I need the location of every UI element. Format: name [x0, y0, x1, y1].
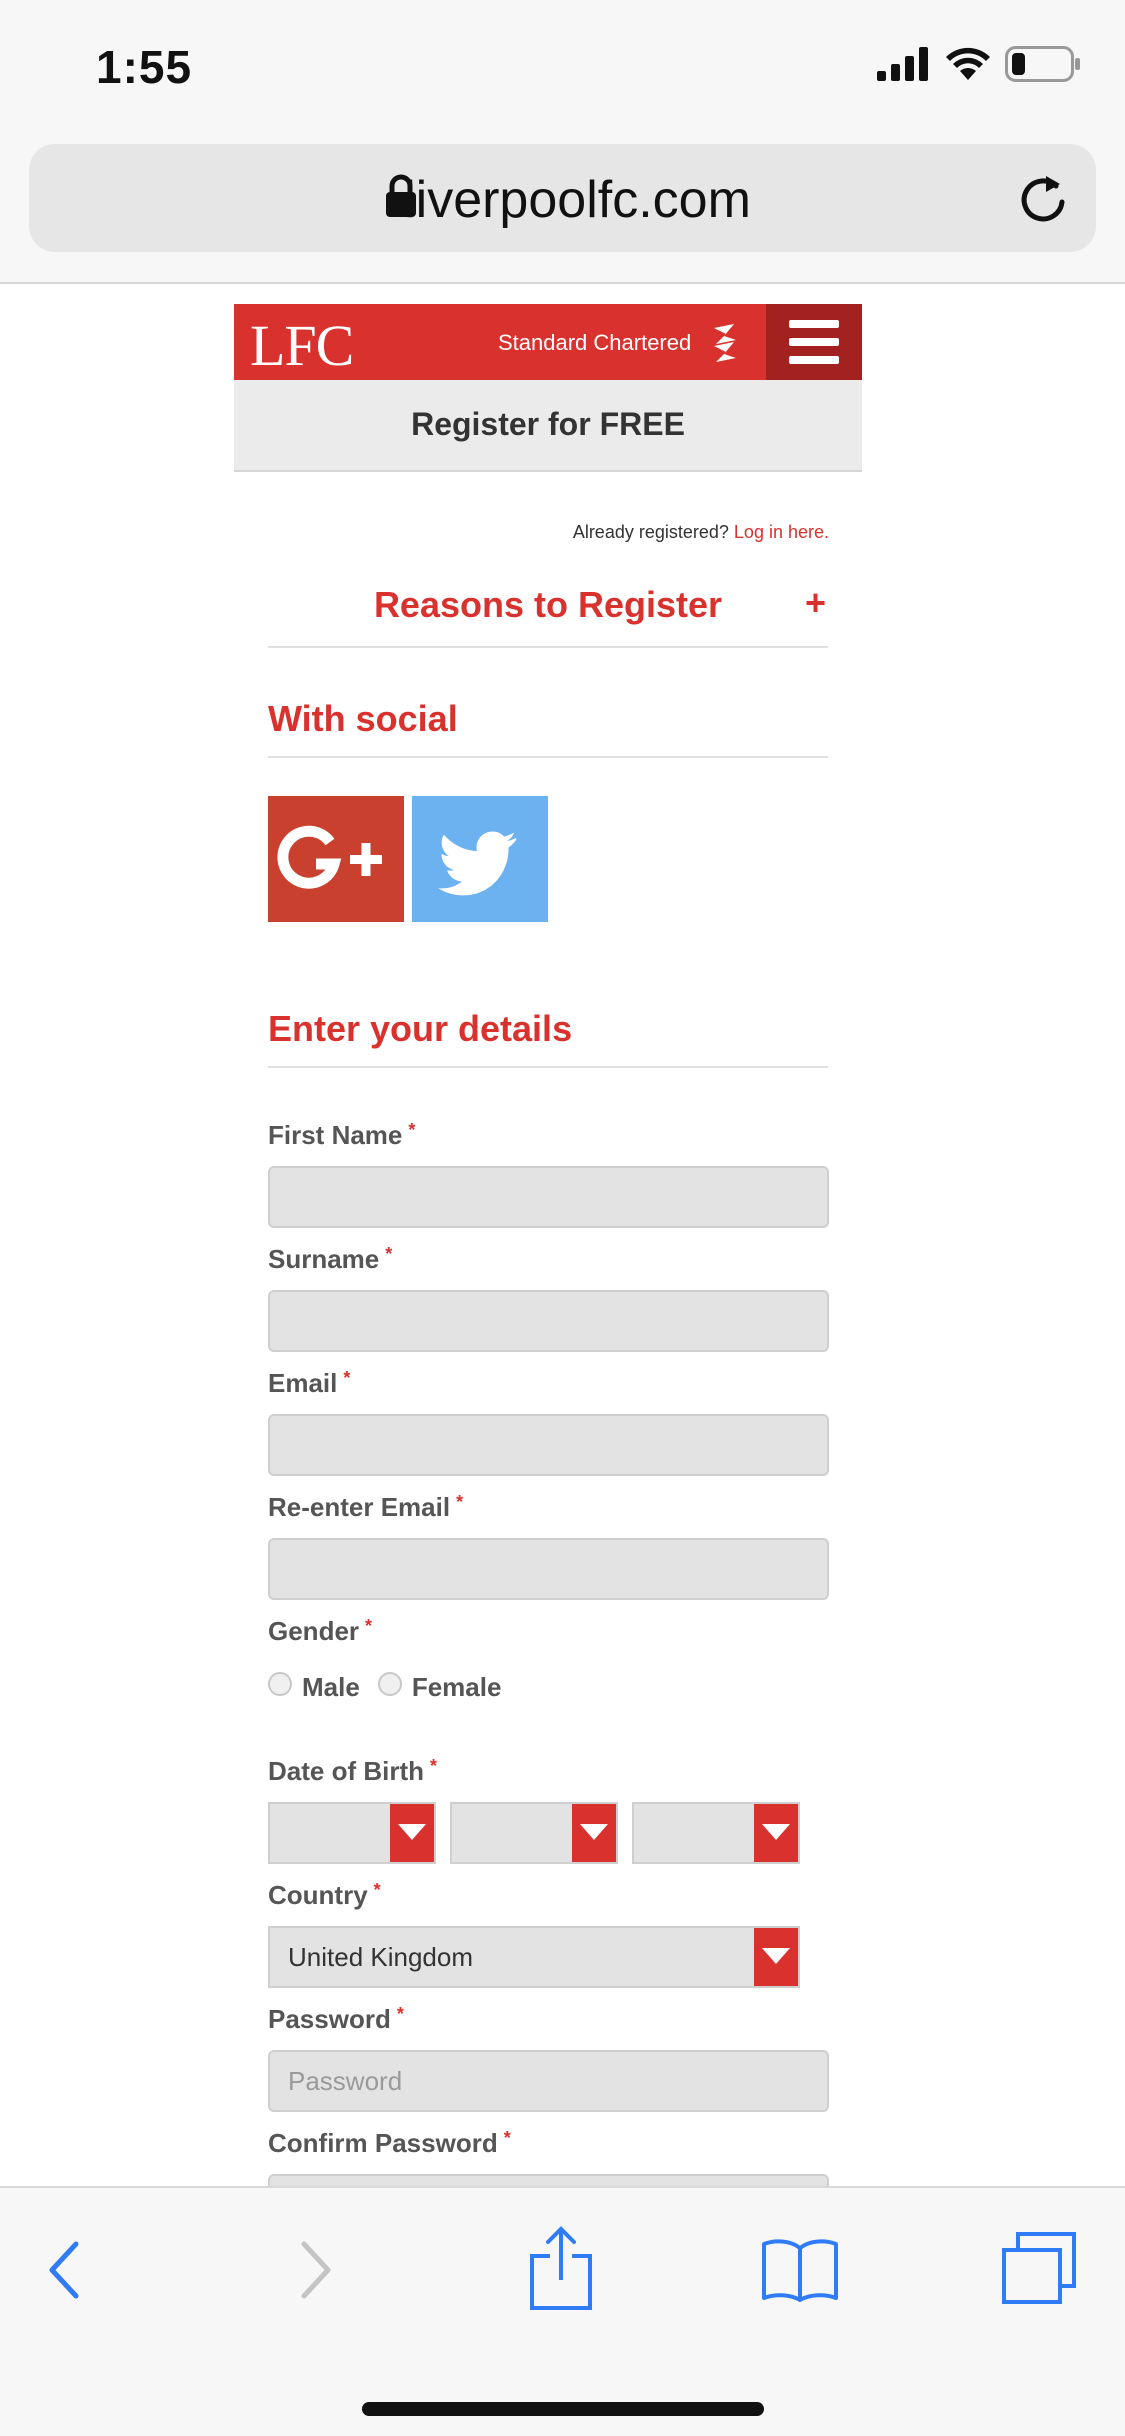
- reenter-email-input[interactable]: [268, 1538, 829, 1600]
- reload-icon[interactable]: [1016, 170, 1070, 226]
- dob-year-select[interactable]: [632, 1802, 800, 1864]
- dropdown-arrow-icon: [572, 1804, 616, 1862]
- web-page: LFC Standard Chartered Register for FREE…: [0, 286, 1125, 2186]
- details-heading: Enter your details: [268, 1008, 828, 1068]
- status-icons: [877, 46, 1081, 82]
- gender-male-radio[interactable]: [268, 1671, 292, 1696]
- dob-month-select[interactable]: [450, 1802, 618, 1864]
- page-title: Register for FREE: [411, 406, 685, 442]
- country-label: Country *: [268, 1880, 381, 1910]
- google-plus-icon: [277, 825, 382, 889]
- confirm-password-input[interactable]: [268, 2174, 829, 2186]
- surname-input[interactable]: [268, 1290, 829, 1352]
- dropdown-arrow-icon: [754, 1804, 798, 1862]
- menu-button[interactable]: [766, 304, 862, 380]
- standard-chartered-logo-icon: [714, 324, 736, 362]
- gender-options: Male Female: [268, 1671, 502, 1703]
- twitter-icon: [438, 831, 517, 896]
- country-select[interactable]: United Kingdom: [268, 1926, 800, 1988]
- lfc-logo[interactable]: LFC: [250, 312, 354, 379]
- url-text[interactable]: liverpoolfc.com: [29, 170, 1096, 230]
- email-input[interactable]: [268, 1414, 829, 1476]
- google-plus-button[interactable]: [268, 796, 404, 922]
- url-bar[interactable]: liverpoolfc.com: [29, 144, 1096, 252]
- first-name-input[interactable]: [268, 1166, 829, 1228]
- home-indicator[interactable]: [362, 2402, 764, 2416]
- social-heading: With social: [268, 698, 828, 758]
- twitter-button[interactable]: [412, 796, 548, 922]
- gender-female-label[interactable]: Female: [412, 1672, 502, 1703]
- surname-label: Surname *: [268, 1244, 393, 1274]
- status-bar: 1:55: [0, 0, 1125, 140]
- wifi-icon: [946, 47, 990, 80]
- site-header: LFC Standard Chartered: [234, 304, 862, 380]
- reenter-email-label: Re-enter Email *: [268, 1492, 464, 1522]
- dob-label: Date of Birth *: [268, 1756, 438, 1786]
- dropdown-arrow-icon: [390, 1804, 434, 1862]
- country-value: United Kingdom: [288, 1942, 473, 1972]
- login-prompt: Already registered? Log in here.: [573, 522, 829, 543]
- first-name-label: First Name *: [268, 1120, 416, 1150]
- email-label: Email *: [268, 1368, 351, 1398]
- gender-male-label[interactable]: Male: [302, 1672, 360, 1703]
- sponsor-name: Standard Chartered: [498, 330, 692, 355]
- password-input[interactable]: [268, 2050, 829, 2112]
- reasons-accordion[interactable]: Reasons to Register +: [268, 582, 828, 648]
- browser-toolbar: [0, 2186, 1125, 2436]
- reasons-title[interactable]: Reasons to Register: [268, 584, 828, 626]
- signal-icon: [877, 47, 928, 81]
- share-icon[interactable]: [528, 2226, 594, 2312]
- register-bar: Register for FREE: [234, 380, 862, 472]
- browser-top-bar: 1:55 liverpoolfc.com: [0, 0, 1125, 284]
- battery-icon: [1005, 46, 1080, 82]
- dropdown-arrow-icon: [754, 1928, 798, 1986]
- password-label: Password *: [268, 2004, 404, 2034]
- bookmarks-icon[interactable]: [760, 2236, 840, 2302]
- back-icon[interactable]: [44, 2240, 84, 2300]
- confirm-password-label: Confirm Password *: [268, 2128, 511, 2158]
- tabs-icon[interactable]: [1000, 2232, 1078, 2306]
- hamburger-icon: [789, 320, 839, 328]
- gender-female-radio[interactable]: [377, 1671, 402, 1696]
- gender-label: Gender *: [268, 1616, 373, 1646]
- login-link[interactable]: Log in here.: [734, 522, 829, 542]
- login-prompt-text: Already registered?: [572, 522, 729, 542]
- status-time: 1:55: [96, 41, 193, 93]
- dob-day-select[interactable]: [268, 1802, 436, 1864]
- expand-icon[interactable]: +: [805, 582, 826, 624]
- forward-icon: [301, 2241, 331, 2299]
